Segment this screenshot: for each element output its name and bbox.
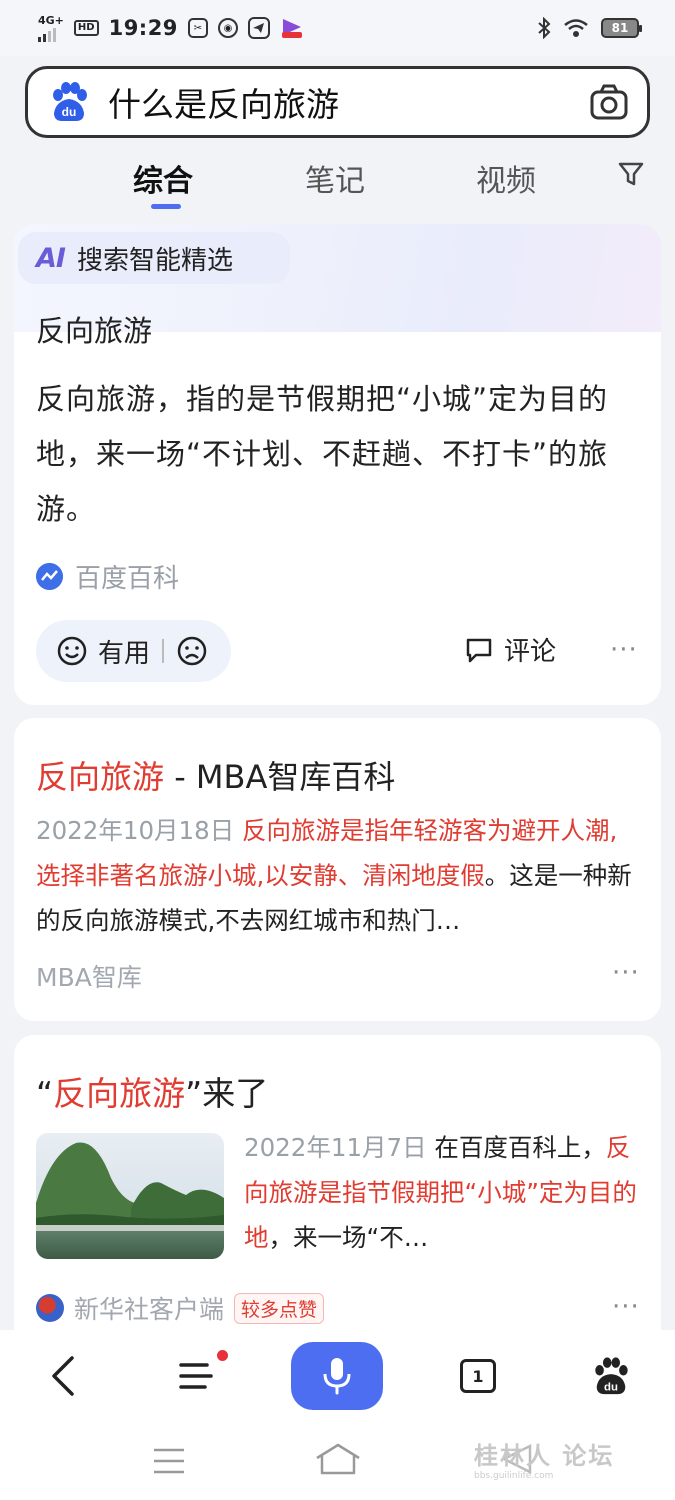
signal-icon bbox=[38, 26, 64, 42]
tab-comprehensive[interactable]: 综合 bbox=[133, 156, 193, 200]
baidu-paw-icon: du bbox=[595, 1357, 628, 1395]
ai-source-label: 百度百科 bbox=[75, 564, 180, 594]
result-title[interactable]: 反向旅游 - MBA智库百科 bbox=[36, 752, 395, 798]
frown-icon[interactable] bbox=[176, 635, 208, 667]
notification-dot bbox=[217, 1350, 228, 1361]
voice-search-button[interactable] bbox=[291, 1342, 383, 1410]
video-app-icon bbox=[281, 19, 302, 38]
filter-icon[interactable] bbox=[617, 160, 645, 188]
ai-answer-body: 反向旅游，指的是节假期把“小城”定为目的地，来一场“不计划、不赶趟、不打卡”的旅… bbox=[36, 382, 609, 526]
comment-button[interactable]: 评论 bbox=[464, 631, 556, 668]
logo-text: du bbox=[62, 105, 77, 119]
browser-app-icon: ◉ bbox=[217, 18, 238, 38]
result-snippet: 2022年10月18日 反向旅游是指年轻游客为避开人潮,选择非著名旅游小城,以安… bbox=[36, 808, 641, 943]
menu-icon bbox=[179, 1363, 213, 1389]
clock: 19:29 bbox=[108, 16, 178, 40]
search-input[interactable]: 什么是反向旅游 bbox=[108, 78, 589, 126]
network-indicator: 4G+ bbox=[38, 15, 64, 42]
home-icon[interactable] bbox=[314, 1442, 362, 1476]
bluetooth-icon bbox=[538, 17, 551, 39]
title-open-quote: “ bbox=[36, 1074, 54, 1113]
search-result-mba[interactable]: 反向旅游 - MBA智库百科 2022年10月18日 反向旅游是指年轻游客为避开… bbox=[14, 718, 661, 1021]
hd-icon: HD bbox=[73, 20, 99, 36]
logo-text: du bbox=[604, 1381, 618, 1393]
more-options-icon[interactable]: ··· bbox=[612, 1294, 640, 1320]
xinhua-avatar-icon bbox=[36, 1294, 64, 1322]
camera-icon[interactable] bbox=[589, 82, 629, 122]
watermark-text: 桂林人 论坛 bbox=[474, 1442, 615, 1470]
snippet-rest: ，来一场“不… bbox=[268, 1223, 429, 1252]
ai-answer-card: AI 搜索智能精选 反向旅游 反向旅游，指的是节假期把“小城”定为目的地，来一场… bbox=[14, 224, 661, 705]
recent-apps-icon[interactable] bbox=[152, 1446, 186, 1476]
result-title-rest: ”来了 bbox=[185, 1074, 269, 1113]
smile-icon[interactable] bbox=[56, 635, 88, 667]
tab-notes[interactable]: 笔记 bbox=[305, 156, 365, 200]
system-navigation-bar: 桂林人 论坛 bbs.guilinlife.com bbox=[0, 1422, 675, 1500]
useful-button[interactable]: 有用 bbox=[98, 633, 150, 670]
baike-icon bbox=[36, 563, 63, 590]
news-source-label: 新华社客户端 bbox=[74, 1295, 225, 1324]
more-options-icon[interactable]: ··· bbox=[610, 637, 638, 663]
status-bar: 4G+ HD 19:29 ✂ ◉ 81 bbox=[0, 0, 675, 56]
result-date: 2022年10月18日 bbox=[36, 816, 235, 845]
search-result-news[interactable]: “反向旅游”来了 2022年11月7日 在百度百科上，反向旅游是指节假期把“小城… bbox=[14, 1035, 661, 1355]
news-source[interactable]: 新华社客户端 较多点赞 bbox=[36, 1290, 325, 1326]
more-options-icon[interactable]: ··· bbox=[612, 960, 640, 986]
result-source[interactable]: MBA智库 bbox=[36, 958, 142, 994]
result-date: 2022年11月7日 bbox=[244, 1133, 427, 1162]
back-button[interactable] bbox=[30, 1330, 96, 1422]
network-type: 4G+ bbox=[38, 13, 64, 27]
result-snippet: 2022年11月7日 在百度百科上，反向旅游是指节假期把“小城”定为目的地，来一… bbox=[244, 1125, 639, 1260]
baidu-home-button[interactable]: du bbox=[578, 1330, 644, 1422]
snippet-lead: 在百度百科上， bbox=[426, 1133, 606, 1162]
ai-logo-icon: AI bbox=[36, 242, 66, 274]
battery-indicator: 81 bbox=[601, 18, 642, 38]
back-arrow-icon bbox=[52, 1356, 74, 1396]
ai-badge: AI 搜索智能精选 bbox=[18, 232, 290, 284]
comment-label: 评论 bbox=[504, 637, 557, 667]
watermark: 桂林人 论坛 bbs.guilinlife.com bbox=[474, 1436, 614, 1481]
ai-heading: 反向旅游 bbox=[36, 314, 153, 348]
tab-count-icon: 1 bbox=[460, 1359, 496, 1393]
result-title-keyword: 反向旅游 bbox=[36, 758, 165, 796]
result-title-rest: - MBA智库百科 bbox=[164, 758, 396, 796]
ai-source[interactable]: 百度百科 bbox=[36, 558, 179, 595]
wifi-icon bbox=[564, 19, 588, 37]
telegram-icon bbox=[247, 17, 270, 39]
microphone-icon bbox=[323, 1358, 351, 1395]
result-tabs: 综合 笔记 视频 bbox=[0, 148, 675, 212]
feedback-divider bbox=[162, 639, 165, 663]
watermark-sub: bbs.guilinlife.com bbox=[474, 1471, 554, 1481]
bottom-toolbar: 1 du bbox=[0, 1330, 675, 1422]
active-tab-indicator bbox=[151, 204, 181, 209]
menu-button[interactable] bbox=[164, 1330, 230, 1422]
baidu-paw-logo-icon: du bbox=[53, 82, 87, 121]
news-thumbnail-image[interactable] bbox=[36, 1133, 224, 1259]
tabs-button[interactable]: 1 bbox=[445, 1330, 511, 1422]
popular-badge: 较多点赞 bbox=[234, 1292, 325, 1324]
result-title[interactable]: “反向旅游”来了 bbox=[36, 1067, 268, 1115]
feedback-pill: 有用 bbox=[36, 620, 231, 682]
tab-video[interactable]: 视频 bbox=[476, 156, 536, 200]
scissors-app-icon: ✂ bbox=[187, 18, 208, 38]
search-box[interactable]: du 什么是反向旅游 bbox=[25, 66, 650, 138]
comment-icon bbox=[466, 638, 492, 662]
ai-badge-title: 搜索智能精选 bbox=[76, 245, 233, 276]
result-title-keyword: 反向旅游 bbox=[53, 1074, 186, 1113]
